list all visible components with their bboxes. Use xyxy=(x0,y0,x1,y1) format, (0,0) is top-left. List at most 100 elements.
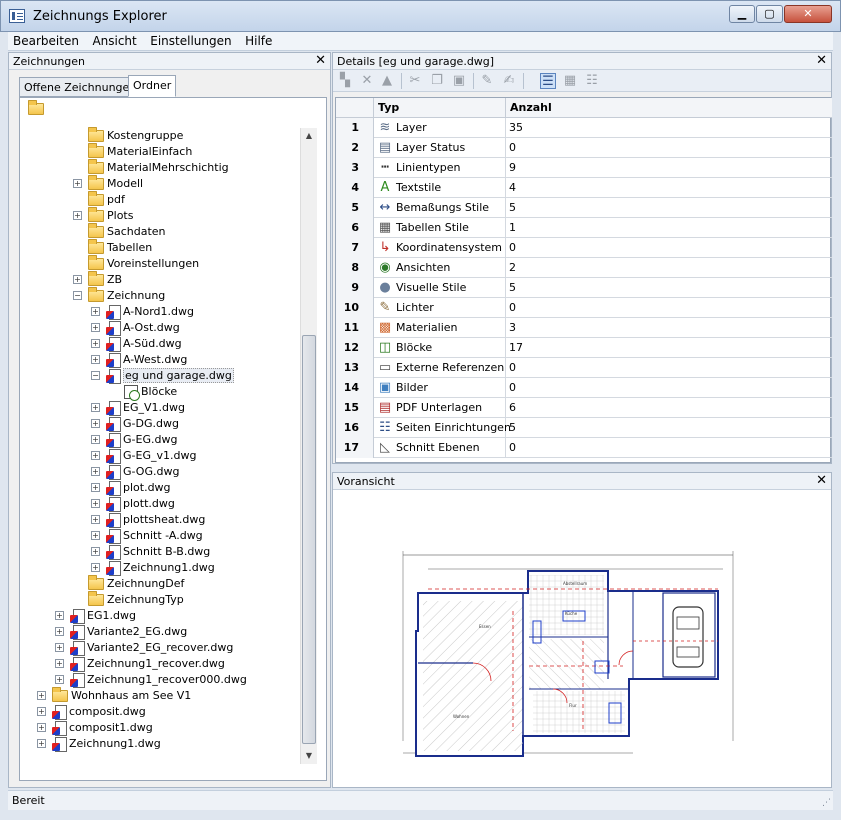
close-icon[interactable]: ✕ xyxy=(816,473,827,488)
tree-item[interactable]: − eg und garage.dwg xyxy=(91,368,234,384)
tree-item[interactable]: + Schnitt -A.dwg xyxy=(91,528,203,544)
expand-icon[interactable]: + xyxy=(55,627,64,636)
expand-icon[interactable]: + xyxy=(37,723,46,732)
tree-item[interactable]: + Zeichnung1_recover.dwg xyxy=(55,656,225,672)
tree-item[interactable]: + Variante2_EG.dwg xyxy=(55,624,187,640)
tree-item[interactable]: − Zeichnung xyxy=(73,287,165,304)
table-row[interactable]: 4 A Textstile 4 xyxy=(336,178,832,198)
folder-up-icon[interactable] xyxy=(28,100,44,116)
copy-icon[interactable]: ❐ xyxy=(429,73,445,89)
tree-item[interactable]: + Zeichnung1_recover000.dwg xyxy=(55,672,247,688)
tree-view-icon[interactable]: ☷ xyxy=(584,73,600,89)
expand-icon[interactable]: + xyxy=(91,467,100,476)
table-row[interactable]: 5 ↔ Bemaßungs Stile 5 xyxy=(336,198,832,218)
close-icon[interactable]: ✕ xyxy=(315,53,326,68)
tree-item[interactable]: + ZB xyxy=(73,271,122,288)
menu-ansicht[interactable]: Ansicht xyxy=(87,32,141,48)
table-row[interactable]: 10 ✎ Lichter 0 xyxy=(336,298,832,318)
tree-item[interactable]: + Zeichnung1.dwg xyxy=(37,736,161,752)
expand-icon[interactable]: + xyxy=(55,675,64,684)
tab-folder[interactable]: Ordner xyxy=(128,75,177,97)
expand-icon[interactable]: + xyxy=(55,643,64,652)
expand-icon[interactable]: + xyxy=(91,499,100,508)
scroll-up-icon[interactable]: ▲ xyxy=(301,128,317,144)
table-row[interactable]: 9 ● Visuelle Stile 5 xyxy=(336,278,832,298)
maximize-button[interactable]: ▢ xyxy=(756,5,783,23)
menu-hilfe[interactable]: Hilfe xyxy=(240,32,277,48)
table-row[interactable]: 1 ≋ Layer 35 xyxy=(336,118,832,138)
expand-icon[interactable]: + xyxy=(91,419,100,428)
expand-icon[interactable]: + xyxy=(91,355,100,364)
table-view-icon[interactable]: ☰ xyxy=(540,73,556,89)
tree-item[interactable]: ZeichnungTyp xyxy=(88,591,184,608)
collapse-icon[interactable]: − xyxy=(91,371,100,380)
expand-icon[interactable]: + xyxy=(91,435,100,444)
expand-icon[interactable]: + xyxy=(55,659,64,668)
tree-item[interactable]: Tabellen xyxy=(88,239,152,256)
table-row[interactable]: 2 ▤ Layer Status 0 xyxy=(336,138,832,158)
tree-item[interactable]: pdf xyxy=(88,191,125,208)
expand-icon[interactable]: + xyxy=(91,483,100,492)
expand-icon[interactable]: + xyxy=(91,563,100,572)
tree-item[interactable]: + Zeichnung1.dwg xyxy=(91,560,215,576)
edit-icon[interactable]: ✎ xyxy=(479,73,495,89)
table-row[interactable]: 13 ▭ Externe Referenzen 0 xyxy=(336,358,832,378)
expand-icon[interactable]: + xyxy=(91,547,100,556)
tree-item[interactable]: + A-West.dwg xyxy=(91,352,187,368)
menu-bearbeiten[interactable]: Bearbeiten xyxy=(8,32,84,48)
expand-icon[interactable]: + xyxy=(91,307,100,316)
tree-item[interactable]: + plot.dwg xyxy=(91,480,171,496)
tree-item[interactable]: + A-Ost.dwg xyxy=(91,320,180,336)
tree-item[interactable]: + EG_V1.dwg xyxy=(91,400,185,416)
delete-icon[interactable]: ✕ xyxy=(359,73,375,89)
menu-einstellungen[interactable]: Einstellungen xyxy=(145,32,236,48)
expand-icon[interactable]: + xyxy=(37,739,46,748)
tree-item[interactable]: Sachdaten xyxy=(88,223,166,240)
tree-item[interactable]: Voreinstellungen xyxy=(88,255,199,272)
expand-icon[interactable]: + xyxy=(73,211,82,220)
tree-item[interactable]: + plottsheat.dwg xyxy=(91,512,205,528)
purge-icon[interactable]: ▲ xyxy=(379,73,395,89)
rename-icon[interactable]: ✍ xyxy=(501,73,517,89)
expand-icon[interactable]: + xyxy=(73,179,82,188)
tree-item[interactable]: + EG1.dwg xyxy=(55,608,136,624)
table-row[interactable]: 17 ◺ Schnitt Ebenen 0 xyxy=(336,438,832,458)
tree-item[interactable]: + composit.dwg xyxy=(37,704,146,720)
tree-item[interactable]: + Wohnhaus am See V1 xyxy=(37,687,191,704)
expand-icon[interactable]: + xyxy=(73,275,82,284)
tree-item[interactable]: Kostengruppe xyxy=(88,127,183,144)
collapse-icon[interactable]: − xyxy=(73,291,82,300)
expand-icon[interactable]: + xyxy=(91,323,100,332)
column-header-anzahl[interactable]: Anzahl xyxy=(506,98,832,118)
tree-item[interactable]: + G-EG_v1.dwg xyxy=(91,448,196,464)
resize-grip-icon[interactable]: ⋰ xyxy=(822,798,831,808)
tree-item[interactable]: + Schnitt B-B.dwg xyxy=(91,544,210,560)
minimize-button[interactable]: ▁ xyxy=(729,5,755,23)
expand-icon[interactable]: + xyxy=(55,611,64,620)
table-row[interactable]: 12 ◫ Blöcke 17 xyxy=(336,338,832,358)
tree-item[interactable]: + plott.dwg xyxy=(91,496,175,512)
icon-view-icon[interactable]: ▦ xyxy=(562,73,578,89)
tree-item[interactable]: + G-DG.dwg xyxy=(91,416,179,432)
expand-icon[interactable]: + xyxy=(91,451,100,460)
table-row[interactable]: 16 ☷ Seiten Einrichtungen 5 xyxy=(336,418,832,438)
table-row[interactable]: 6 ▦ Tabellen Stile 1 xyxy=(336,218,832,238)
tree-item[interactable]: + composit1.dwg xyxy=(37,720,153,736)
expand-icon[interactable]: + xyxy=(91,339,100,348)
tree-item[interactable]: Blöcke xyxy=(124,384,177,401)
paste-icon[interactable]: ▣ xyxy=(451,73,467,89)
table-row[interactable]: 3 ┅ Linientypen 9 xyxy=(336,158,832,178)
tree-item[interactable]: + A-Süd.dwg xyxy=(91,336,182,352)
tree-item[interactable]: + Modell xyxy=(73,175,143,192)
expand-icon[interactable]: + xyxy=(37,707,46,716)
expand-icon[interactable]: + xyxy=(37,691,46,700)
scroll-thumb[interactable] xyxy=(302,335,316,744)
cut-icon[interactable]: ✂ xyxy=(407,73,423,89)
tree-item[interactable]: + G-OG.dwg xyxy=(91,464,179,480)
tree-item[interactable]: + Variante2_EG_recover.dwg xyxy=(55,640,233,656)
close-button[interactable]: ✕ xyxy=(784,5,832,23)
tree-item[interactable]: + A-Nord1.dwg xyxy=(91,304,194,320)
tree-item[interactable]: ZeichnungDef xyxy=(88,575,184,592)
expand-icon[interactable]: + xyxy=(91,403,100,412)
table-row[interactable]: 7 ↳ Koordinatensystem 0 xyxy=(336,238,832,258)
